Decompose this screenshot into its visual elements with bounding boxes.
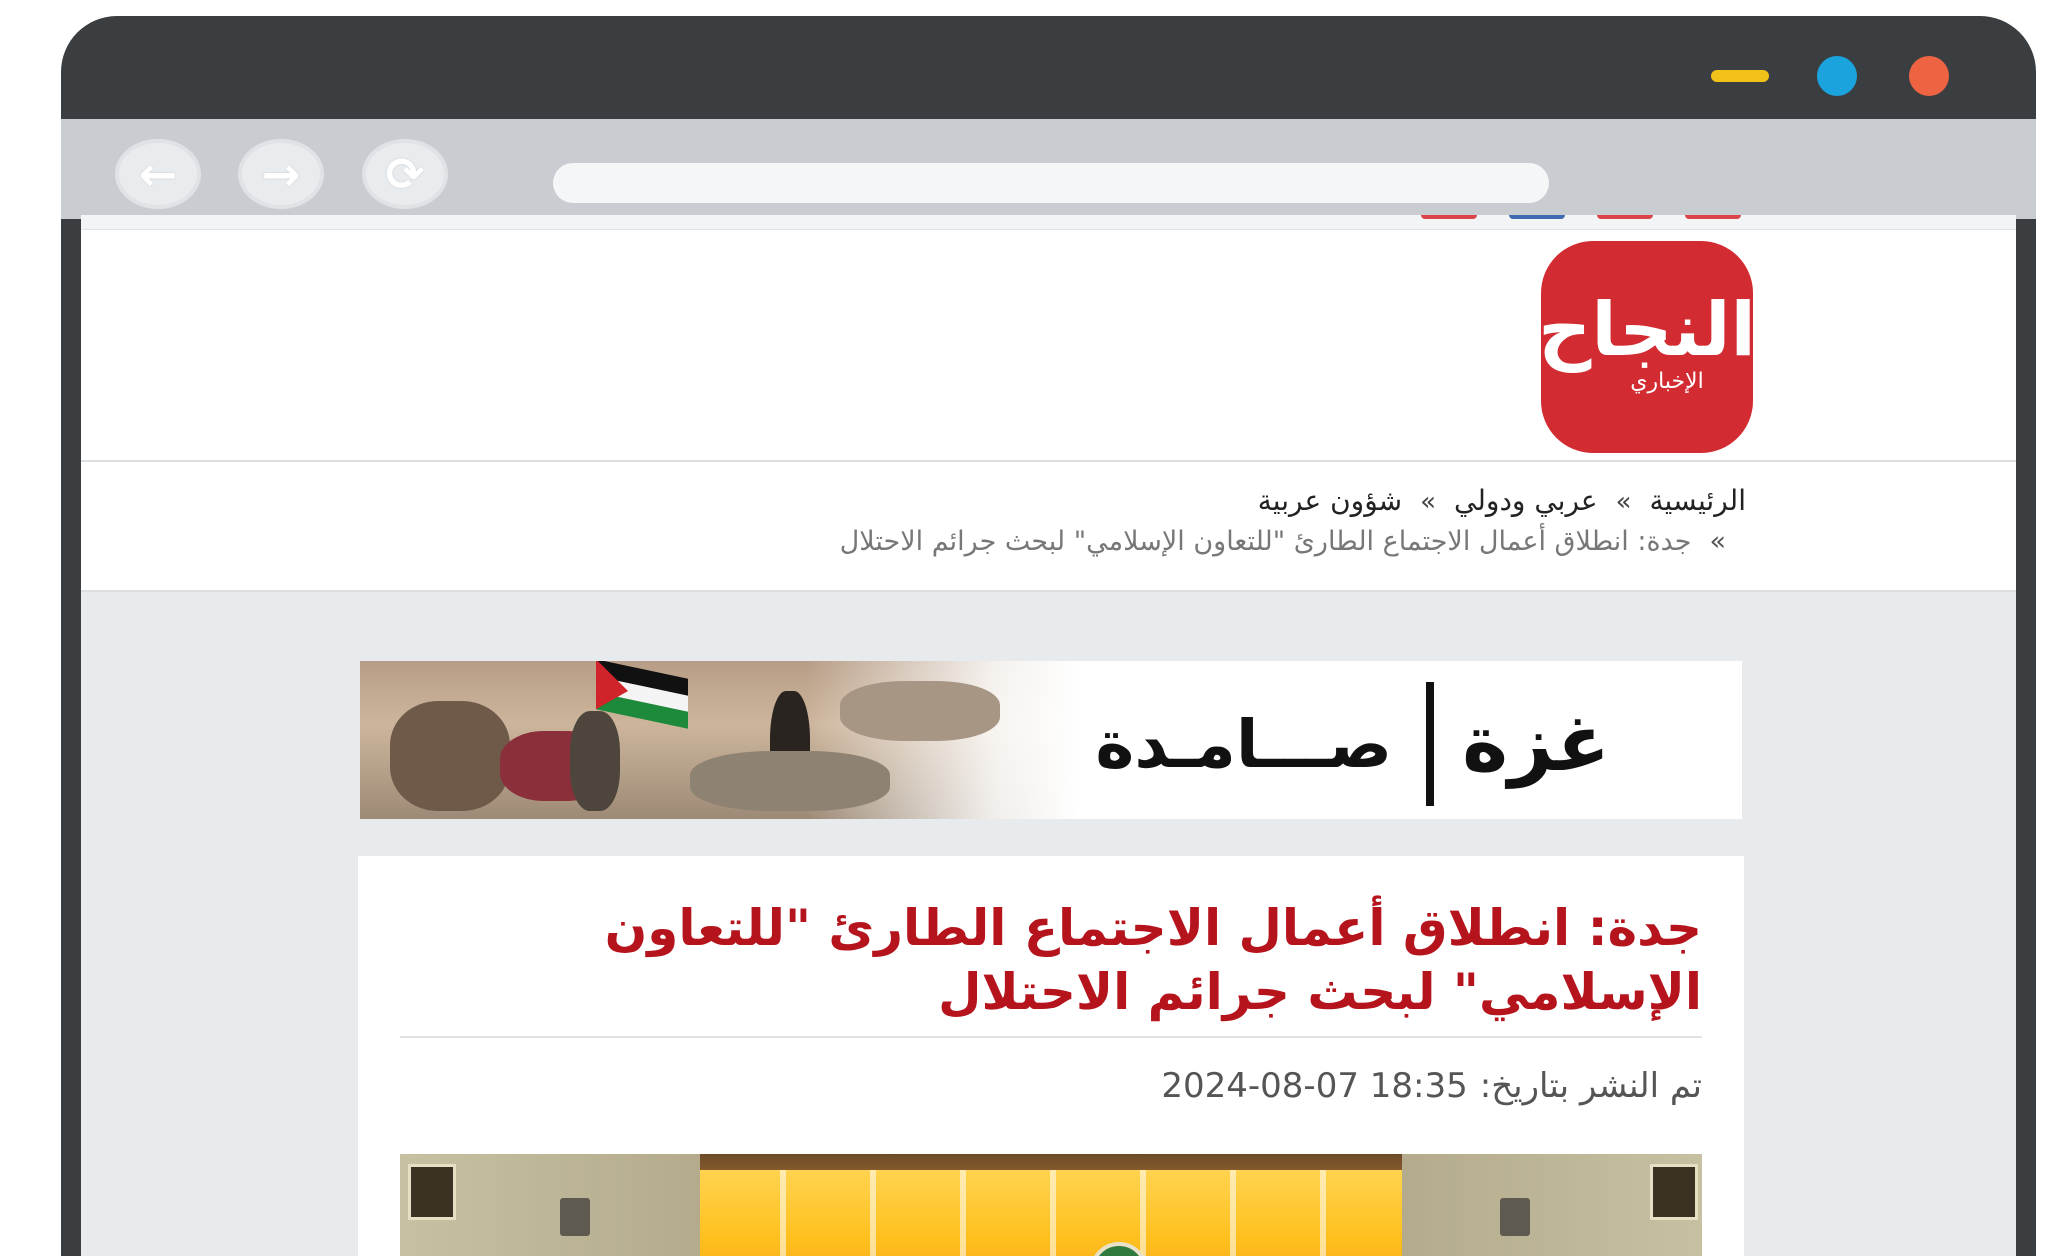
publish-date-value: 2024-08-07 18:35: [1161, 1066, 1468, 1106]
social-link-4[interactable]: [1685, 215, 1741, 219]
logo-sub-text: الإخباري: [1630, 368, 1704, 394]
breadcrumb-separator: »: [1615, 487, 1632, 517]
browser-toolbar: ← → ⟳: [61, 119, 2036, 219]
maximize-button[interactable]: [1817, 56, 1857, 96]
top-strip: [81, 215, 2016, 230]
browser-window: ← → ⟳ النجاح الإخباري الرئيسية»عربي ودول…: [61, 16, 2036, 1256]
breadcrumb: الرئيسية » عربي ودولي » شؤون عربية » جدة: انط…: [81, 462, 2016, 592]
arrow-right-icon: →: [261, 147, 301, 201]
logo-main-text: النجاح: [1541, 286, 1753, 373]
social-link-3[interactable]: [1597, 215, 1653, 219]
breadcrumb-separator: »: [1709, 526, 1726, 557]
minimize-button[interactable]: [1711, 70, 1769, 82]
breadcrumb-arab-world[interactable]: عربي ودولي: [1454, 484, 1598, 517]
social-link-1[interactable]: [1421, 215, 1477, 219]
publish-date-label: تم النشر بتاريخ:: [1479, 1066, 1702, 1106]
breadcrumb-home[interactable]: الرئيسية: [1650, 484, 1746, 517]
social-link-2[interactable]: [1509, 215, 1565, 219]
back-button[interactable]: ←: [115, 139, 201, 209]
banner-divider: [1426, 682, 1435, 806]
forward-button[interactable]: →: [238, 139, 324, 209]
breadcrumb-arab-affairs[interactable]: شؤون عربية: [1258, 484, 1402, 517]
banner-heading: غزة صـــامـدة: [1050, 669, 1610, 819]
article-title: جدة: انطلاق أعمال الاجتماع الطارئ "للتعا…: [604, 899, 1702, 1021]
article-card: جدة: انطلاق أعمال الاجتماع الطارئ "للتعا…: [358, 856, 1744, 1256]
reload-icon: ⟳: [385, 147, 425, 201]
breadcrumb-current: جدة: انطلاق أعمال الاجتماع الطارئ "للتعا…: [839, 526, 1692, 557]
banner-word-gaza: غزة: [1462, 699, 1610, 789]
site-header: النجاح الإخباري: [81, 230, 2016, 462]
gaza-banner[interactable]: غزة صـــامـدة: [360, 661, 1742, 819]
banner-photo: [360, 661, 1080, 819]
reload-button[interactable]: ⟳: [362, 139, 448, 209]
close-button[interactable]: [1909, 56, 1949, 96]
title-bar: [61, 16, 2036, 119]
address-bar[interactable]: [553, 163, 1549, 203]
site-logo[interactable]: النجاح الإخباري: [1541, 241, 1753, 453]
page-viewport: النجاح الإخباري الرئيسية » عربي ودولي » شؤون…: [81, 215, 2016, 1256]
arrow-left-icon: ←: [138, 147, 178, 201]
article-image[interactable]: [400, 1154, 1702, 1256]
breadcrumb-trail: الرئيسية » عربي ودولي » شؤون عربية: [1258, 484, 1746, 517]
breadcrumb-separator: »: [1420, 487, 1437, 517]
banner-word-steadfast: صـــامـدة: [1095, 705, 1393, 783]
publish-date: تم النشر بتاريخ: 2024-08-07 18:35: [1161, 1066, 1702, 1106]
breadcrumb-current-line: » جدة: انطلاق أعمال الاجتماع الطارئ "للتع…: [840, 526, 1726, 557]
title-divider: [400, 1036, 1702, 1038]
